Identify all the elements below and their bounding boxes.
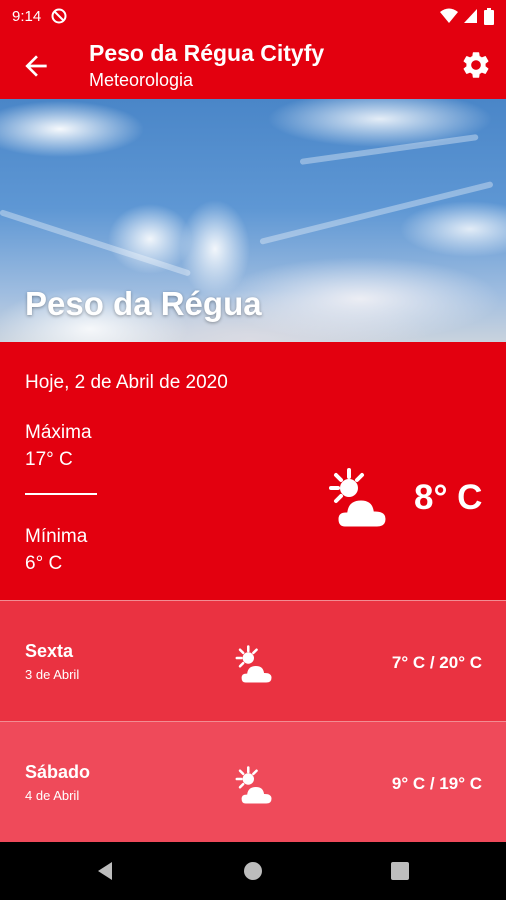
current-temperature: 8° C bbox=[414, 478, 483, 517]
today-weather-card: Hoje, 2 de Abril de 2020 Máxima 17° C Mí… bbox=[0, 342, 506, 600]
arrow-left-icon bbox=[25, 55, 47, 77]
partly-cloudy-icon bbox=[235, 766, 274, 806]
wifi-icon bbox=[440, 8, 458, 23]
partly-cloudy-icon bbox=[235, 645, 274, 685]
app-bar: Peso da Régua Cityfy Meteorologia bbox=[0, 32, 506, 99]
forecast-range: 9° C / 19° C bbox=[391, 774, 482, 793]
status-time: 9:14 bbox=[12, 7, 42, 25]
recents-square-icon[interactable] bbox=[388, 859, 412, 883]
min-value: 6° C bbox=[25, 553, 63, 574]
forecast-range: 7° C / 20° C bbox=[391, 653, 482, 672]
today-date: Hoje, 2 de Abril de 2020 bbox=[25, 372, 228, 393]
forecast-date: 4 de Abril bbox=[25, 788, 80, 803]
max-label: Máxima bbox=[25, 422, 92, 443]
status-bar: 9:14 bbox=[0, 0, 506, 32]
city-hero-image: Peso da Régua bbox=[0, 99, 506, 342]
back-triangle-icon[interactable] bbox=[93, 859, 117, 883]
back-button[interactable] bbox=[20, 50, 52, 82]
min-label: Mínima bbox=[25, 526, 88, 547]
page-title: Peso da Régua Cityfy bbox=[89, 40, 325, 66]
system-nav-bar bbox=[0, 842, 506, 900]
forecast-date: 3 de Abril bbox=[25, 667, 80, 682]
forecast-row[interactable]: Sábado 4 de Abril 9° C / 19° C bbox=[0, 722, 506, 842]
divider bbox=[25, 493, 97, 495]
home-circle-icon[interactable] bbox=[241, 859, 265, 883]
hero-city-name: Peso da Régua bbox=[25, 285, 262, 322]
dnd-icon bbox=[51, 8, 67, 24]
signal-icon bbox=[464, 9, 477, 23]
forecast-row[interactable]: Sexta 3 de Abril 7° C / 20° C bbox=[0, 601, 506, 721]
battery-icon bbox=[484, 7, 494, 25]
gear-icon bbox=[463, 52, 489, 78]
page-subtitle: Meteorologia bbox=[89, 70, 194, 90]
max-value: 17° C bbox=[25, 449, 73, 470]
forecast-day: Sexta bbox=[25, 641, 74, 661]
forecast-day: Sábado bbox=[25, 762, 91, 782]
settings-button[interactable] bbox=[460, 49, 492, 81]
partly-cloudy-icon bbox=[329, 468, 389, 530]
